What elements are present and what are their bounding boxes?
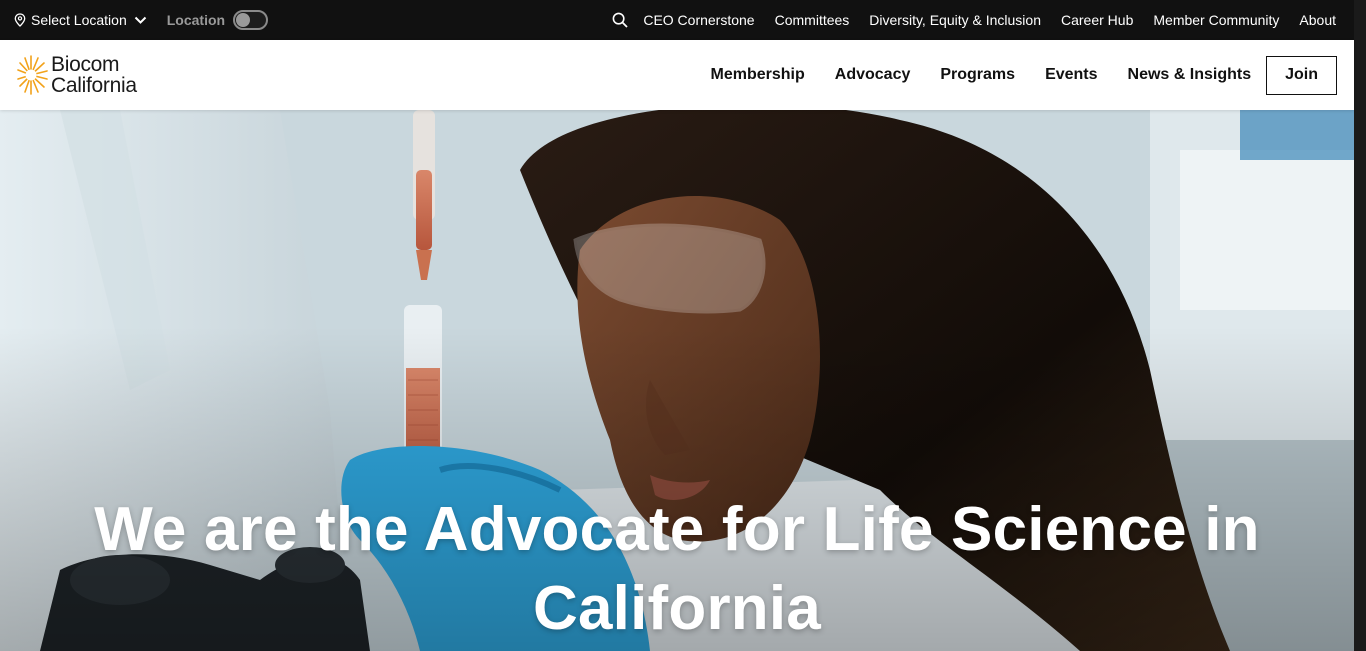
utility-bar: Select Location Location CEO Cornerstone… — [0, 0, 1354, 40]
map-pin-icon — [14, 13, 26, 27]
logo-line-1: Biocom — [51, 53, 120, 76]
join-button[interactable]: Join — [1266, 55, 1337, 95]
biocom-logo[interactable]: Biocom California — [17, 54, 137, 96]
main-header: Biocom California Membership Advocacy Pr… — [0, 40, 1354, 110]
search-icon[interactable] — [612, 12, 628, 28]
location-select-label: Select Location — [31, 12, 127, 28]
nav-membership[interactable]: Membership — [711, 66, 805, 84]
location-toggle[interactable] — [233, 10, 269, 30]
utility-link-career-hub[interactable]: Career Hub — [1061, 12, 1133, 28]
nav-events[interactable]: Events — [1045, 66, 1097, 84]
utility-link-member-community[interactable]: Member Community — [1153, 12, 1279, 28]
location-select[interactable]: Select Location — [14, 12, 147, 28]
utility-link-dei[interactable]: Diversity, Equity & Inclusion — [869, 12, 1041, 28]
utility-link-committees[interactable]: Committees — [775, 12, 850, 28]
location-toggle-label: Location — [166, 12, 226, 28]
hero-title: We are the Advocate for Life Science in … — [94, 495, 1260, 643]
logo-line-2: California — [51, 74, 137, 97]
hero-section: We are the Advocate for Life Science in … — [0, 110, 1354, 651]
utility-link-about[interactable]: About — [1299, 12, 1336, 28]
window-edge — [1354, 0, 1366, 651]
toggle-knob — [236, 13, 251, 27]
chevron-down-icon — [134, 16, 146, 24]
primary-nav: Membership Advocacy Programs Events News… — [711, 55, 1337, 95]
nav-news-insights[interactable]: News & Insights — [1128, 66, 1252, 84]
sunburst-logo-icon — [17, 55, 48, 95]
location-toggle-group: Location — [166, 10, 269, 30]
logo-wordmark: Biocom California — [51, 54, 137, 96]
utility-link-ceo-cornerstone[interactable]: CEO Cornerstone — [643, 12, 754, 28]
nav-programs[interactable]: Programs — [940, 66, 1015, 84]
nav-advocacy[interactable]: Advocacy — [835, 66, 911, 84]
utility-links: CEO Cornerstone Committees Diversity, Eq… — [612, 12, 1336, 28]
